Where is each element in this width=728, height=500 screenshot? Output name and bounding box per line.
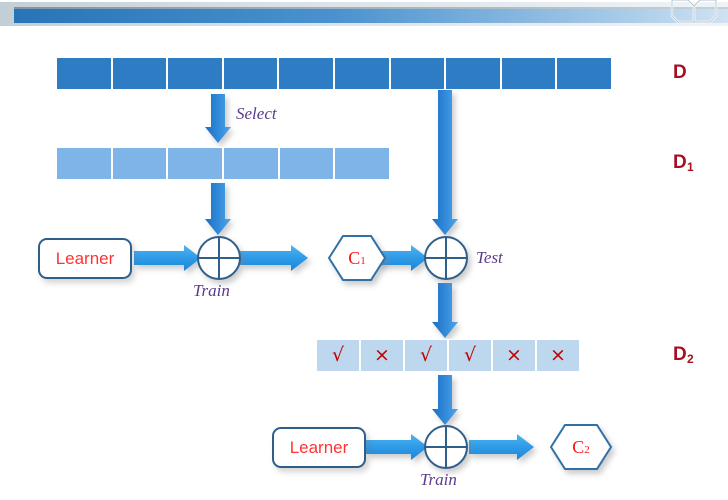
- dataset-d2-cell: ×: [360, 339, 404, 372]
- dataset-d1-cell: [111, 147, 168, 180]
- dataset-d2-strip: √ × √ √ × ×: [316, 339, 580, 372]
- dataset-d2-cell-mark: √: [463, 344, 477, 366]
- dataset-d2-cell: √: [316, 339, 360, 372]
- dataset-d1-strip: [56, 147, 391, 180]
- dataset-d2-cell: √: [448, 339, 492, 372]
- dataset-d1-cell: [278, 147, 335, 180]
- annotation-test: Test: [476, 248, 503, 267]
- dataset-d2-cell: ×: [492, 339, 536, 372]
- slide-canvas: D D1 √ × √ √ × × D2 Select Train Test Train L…: [0, 0, 728, 500]
- dataset-d-cell: [333, 57, 390, 90]
- arrow-select-vertical: [205, 94, 231, 143]
- dataset-d2-cell-mark: ×: [550, 344, 566, 366]
- classifier-2-node[interactable]: C2: [551, 425, 611, 469]
- learner-box-bottom[interactable]: Learner: [272, 427, 366, 468]
- combine-node-test: [424, 236, 468, 280]
- arrow-d1-to-train: [205, 183, 231, 235]
- dataset-d-cell: [111, 57, 168, 90]
- slide-top-banner: [0, 0, 728, 32]
- dataset-d2-label: D2: [673, 344, 695, 366]
- arrow-test-to-d2: [432, 283, 458, 338]
- dataset-d-cell: [222, 57, 279, 90]
- dataset-d2-cell: √: [404, 339, 448, 372]
- arrow-d-to-test: [432, 90, 458, 235]
- dataset-d2-cell-mark: √: [419, 344, 433, 366]
- dataset-d2-cell-mark: ×: [506, 344, 522, 366]
- arrow-train-to-c1: [240, 245, 308, 271]
- arrow-learner-to-train-top: [134, 245, 201, 271]
- dataset-d-cell: [389, 57, 446, 90]
- annotation-select: Select: [236, 104, 277, 123]
- annotation-train-bottom: Train: [420, 470, 457, 489]
- dataset-d1-cell: [56, 147, 112, 180]
- dataset-d1-label: D1: [673, 152, 695, 174]
- dataset-d-cell: [445, 57, 501, 90]
- annotation-train-top: Train: [193, 281, 230, 300]
- dataset-d1-cell: [334, 147, 391, 180]
- combine-node-train-bottom: [424, 425, 468, 469]
- dataset-d-strip: [56, 57, 612, 90]
- banner-inner-gradient-bar: [14, 9, 728, 23]
- dataset-d-cell: [278, 57, 334, 90]
- dataset-d-cell: [167, 57, 223, 90]
- combine-node-train-top: [197, 236, 241, 280]
- dataset-d1-cell: [167, 147, 224, 180]
- classifier-1-node[interactable]: C1: [329, 236, 385, 280]
- classifier-1-label: C1: [348, 247, 366, 268]
- dataset-d-cell: [500, 57, 557, 90]
- dataset-d-cell: [556, 57, 612, 90]
- dataset-d2-cell-mark: ×: [374, 344, 390, 366]
- dataset-d1-cell: [223, 147, 279, 180]
- dataset-d-label: D: [673, 62, 688, 83]
- arrow-d2-to-train: [432, 375, 458, 425]
- arrow-train-to-c2: [469, 434, 534, 460]
- book-logo-icon: [670, 0, 718, 24]
- dataset-d-cell: [56, 57, 112, 90]
- arrow-learner-to-train-bottom: [366, 434, 428, 460]
- learner-box-top[interactable]: Learner: [38, 238, 132, 279]
- dataset-d2-cell: ×: [536, 339, 580, 372]
- dataset-d2-cell-mark: √: [331, 344, 345, 366]
- classifier-2-label: C2: [572, 436, 590, 457]
